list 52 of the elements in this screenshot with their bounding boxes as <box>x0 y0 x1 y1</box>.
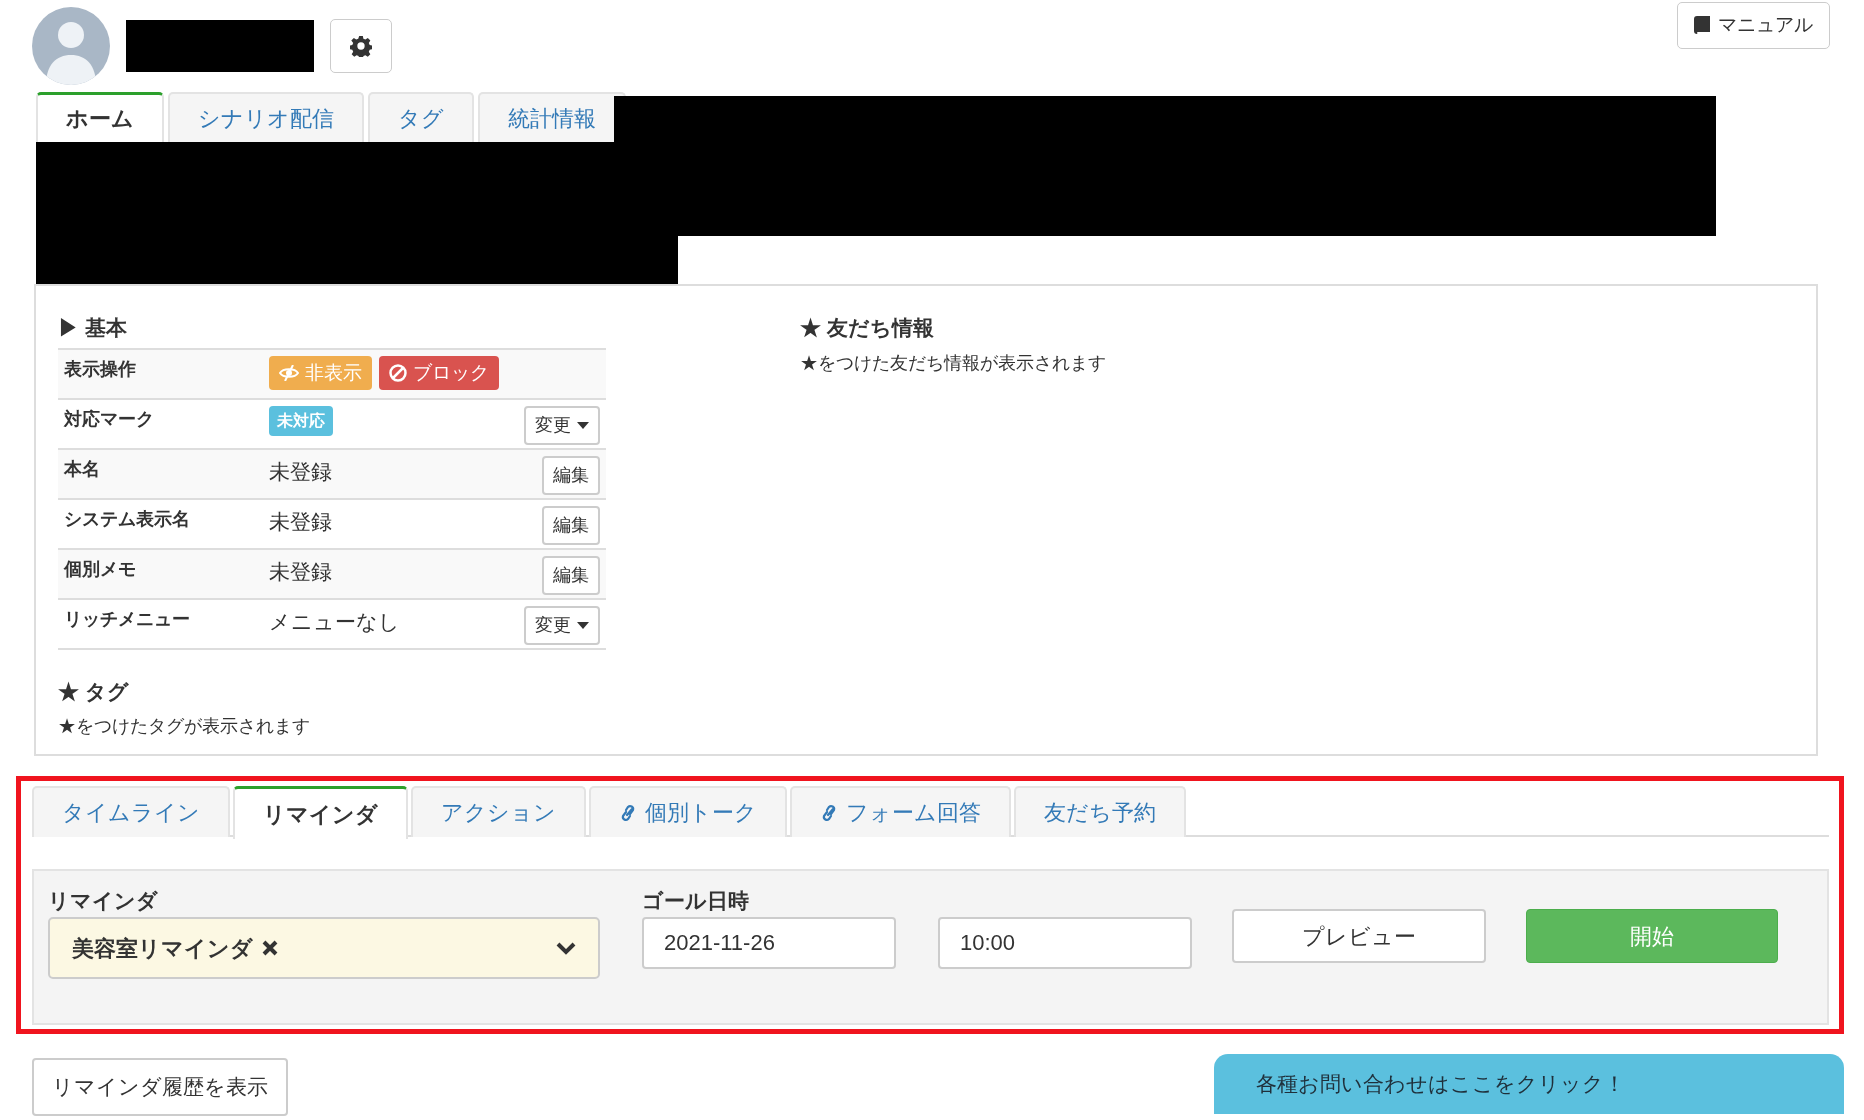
edit-button[interactable]: 編集 <box>542 455 600 495</box>
field-label: 対応マーク <box>64 407 155 431</box>
tab[interactable]: 友だち予約 <box>1014 786 1186 837</box>
field-label: 本名 <box>64 457 101 481</box>
settings-icon <box>350 35 372 57</box>
history-button[interactable]: リマインダ履歴を表示 <box>32 1058 288 1116</box>
dropdown-button[interactable]: 変更 <box>524 605 600 645</box>
caret-icon <box>577 421 589 429</box>
tab[interactable]: アクション <box>411 786 586 837</box>
field-label: リマインダ <box>48 888 159 914</box>
field-label: 表示操作 <box>64 357 137 381</box>
edit-button[interactable]: 編集 <box>542 555 600 595</box>
tab[interactable]: シナリオ配信 <box>168 92 364 142</box>
chevron-down-icon <box>556 941 576 955</box>
section-heading: ★ 友だち情報 <box>800 315 935 341</box>
ban-icon <box>389 363 407 382</box>
field-label: ゴール日時 <box>642 888 750 914</box>
book-icon <box>1694 16 1710 35</box>
reminder-select[interactable]: 美容室リマインダ <box>48 917 600 979</box>
manual-button[interactable]: マニュアル <box>1677 2 1830 49</box>
field-value: 未登録 <box>269 558 332 585</box>
field-label: システム表示名 <box>64 507 191 531</box>
clear-icon[interactable] <box>261 939 279 957</box>
edit-button[interactable]: 編集 <box>542 505 600 545</box>
tab[interactable]: フォーム回答 <box>790 786 1011 837</box>
section-heading: ★ タグ <box>58 678 130 705</box>
tab[interactable]: リマインダ <box>233 786 408 839</box>
section-heading: ▶ 基本 <box>58 315 128 341</box>
field-label: リッチメニュー <box>64 607 191 631</box>
time-field[interactable]: 10:00 <box>938 917 1192 969</box>
link-icon <box>820 802 838 823</box>
tab[interactable]: 個別トーク <box>589 786 787 837</box>
hint-text: ★をつけたタグが表示されます <box>58 715 311 738</box>
tab[interactable]: タグ <box>368 92 474 142</box>
settings-button[interactable] <box>330 19 392 73</box>
tab[interactable]: ホーム <box>36 92 164 142</box>
tab[interactable]: タイムライン <box>32 786 230 837</box>
tab[interactable]: 統計情報 <box>478 92 626 142</box>
dropdown-button[interactable]: 変更 <box>524 405 600 445</box>
block-button[interactable]: ブロック <box>379 355 499 390</box>
field-label: 個別メモ <box>64 557 137 581</box>
field-value: 未登録 <box>269 508 332 535</box>
hint-text: ★をつけた友だち情報が表示されます <box>800 351 1106 375</box>
link-icon <box>619 802 637 823</box>
field-value: 未登録 <box>269 458 332 485</box>
contact-tab[interactable]: 各種お問い合わせはここをクリック！ <box>1214 1054 1844 1114</box>
field-value: メニューなし <box>269 608 400 635</box>
date-field[interactable]: 2021-11-26 <box>642 917 896 969</box>
caret-icon <box>577 621 589 629</box>
preview-button[interactable]: プレビュー <box>1232 909 1486 963</box>
status-badge: 未対応 <box>269 405 333 436</box>
eye-slash-icon <box>279 364 299 381</box>
